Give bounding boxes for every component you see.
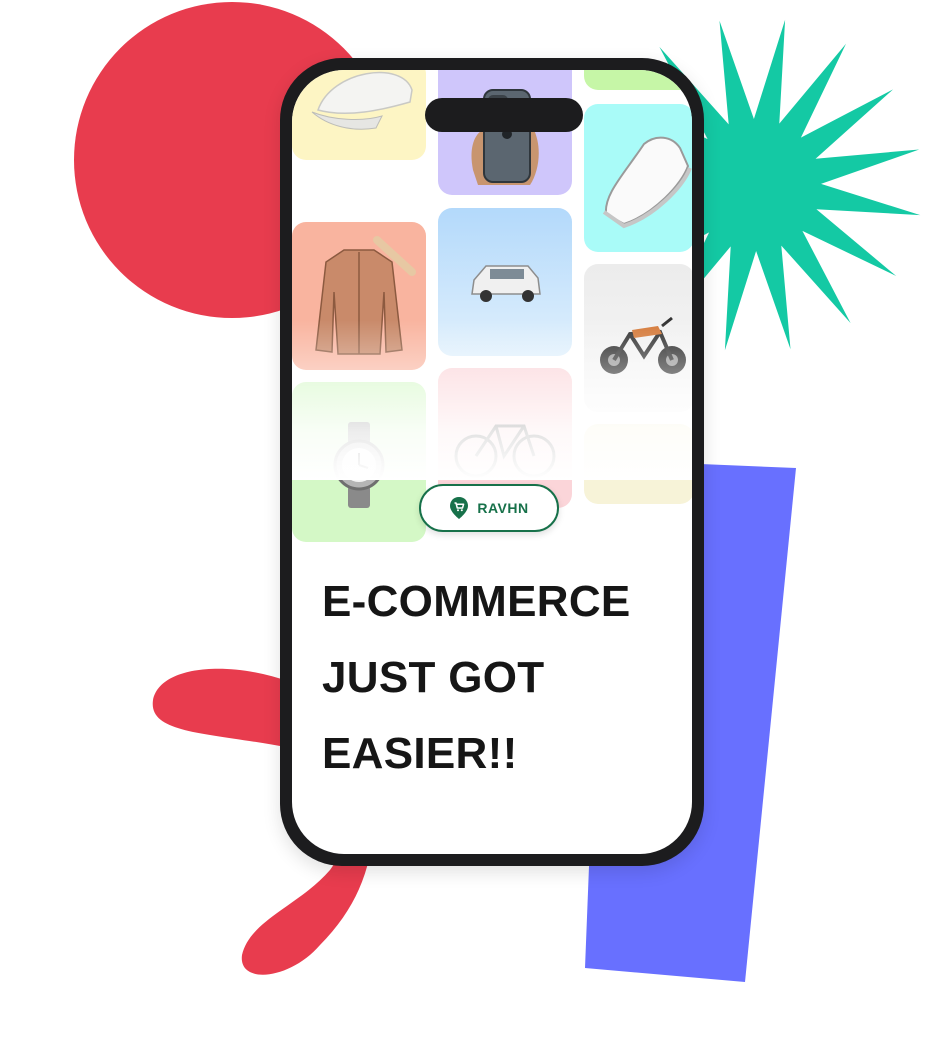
product-tile-partial[interactable] <box>584 70 692 90</box>
product-tile-sneaker[interactable] <box>584 104 692 252</box>
phone-mockup: RAVHN E-COMMERCE JUST GOT EASIER!! <box>280 58 704 866</box>
brand-badge[interactable]: RAVHN <box>419 484 559 532</box>
headline-line-1: E-COMMERCE <box>322 577 631 626</box>
headline-line-3: EASIER!! <box>322 729 518 778</box>
sneaker-icon <box>602 136 692 229</box>
headline-line-2: JUST GOT <box>322 653 545 702</box>
phone-screen: RAVHN E-COMMERCE JUST GOT EASIER!! <box>292 70 692 854</box>
shopping-cart-location-pin-icon <box>450 497 469 519</box>
product-tile-cap[interactable] <box>292 70 426 160</box>
hero-headline: E-COMMERCE JUST GOT EASIER!! <box>322 564 631 792</box>
grid-fade-overlay <box>292 320 692 480</box>
cap-icon <box>311 71 413 130</box>
smartphone-icon <box>471 89 539 185</box>
product-tile-smartphone[interactable] <box>438 70 572 195</box>
brand-name: RAVHN <box>477 500 529 516</box>
dynamic-island <box>425 98 583 132</box>
